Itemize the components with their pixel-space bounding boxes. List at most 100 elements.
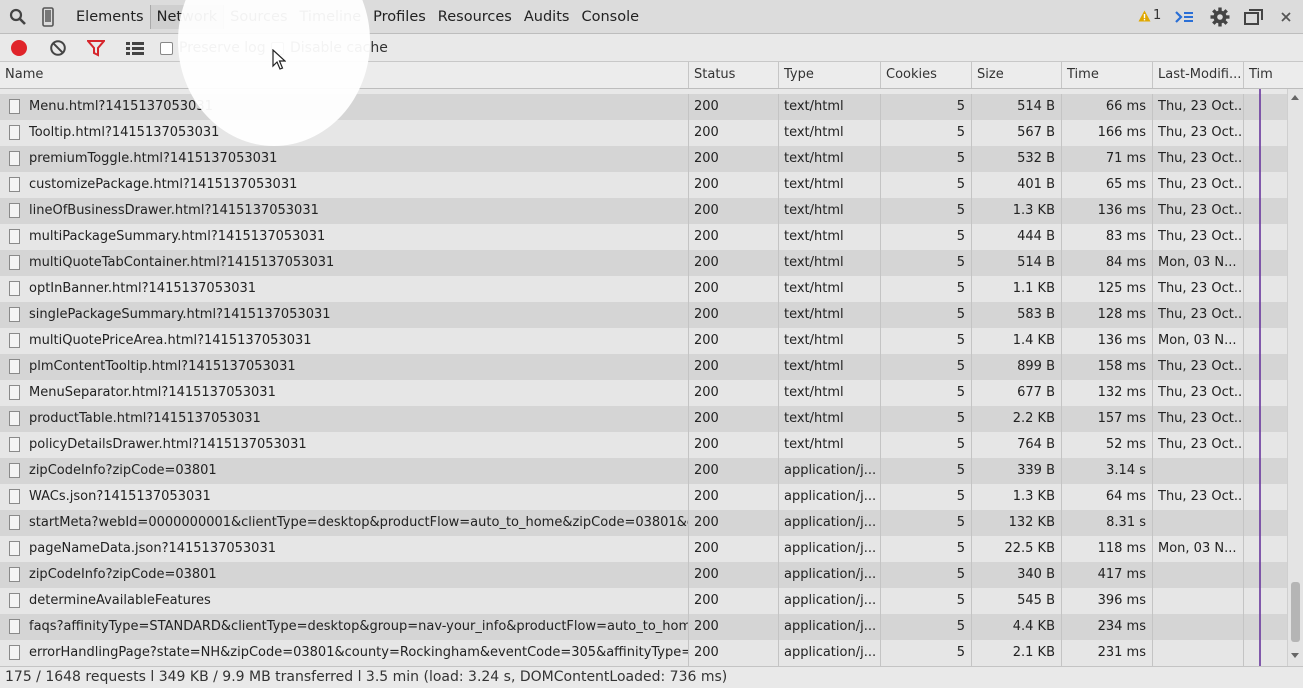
cell-name: pageNameData.json?1415137053031 (0, 536, 689, 562)
table-row[interactable]: MenuSeparator.html?1415137053031 200 text/… (0, 380, 1287, 406)
warning-icon (1138, 10, 1151, 21)
cell-modified: Thu, 23 Oct... (1153, 406, 1244, 432)
cell-cookies: 5 (881, 380, 972, 406)
cell-timeline (1244, 588, 1287, 614)
table-row[interactable]: multiQuotePriceArea.html?1415137053031 20… (0, 328, 1287, 354)
filter-icon[interactable] (86, 38, 106, 58)
undock-icon[interactable] (1244, 7, 1264, 27)
cell-modified: Mon, 03 N... (1153, 250, 1244, 276)
cell-time: 128 ms (1062, 302, 1153, 328)
table-row[interactable]: WACs.json?1415137053031 200 application/j.… (0, 484, 1287, 510)
tab-network[interactable]: Network (149, 5, 225, 29)
column-header-type[interactable]: Type (779, 62, 881, 88)
preserve-log-checkbox[interactable]: Preserve log (160, 40, 266, 56)
cell-type: application/j... (779, 458, 881, 484)
tab-timeline[interactable]: Timeline (294, 5, 368, 29)
devtools-top-bar: Elements Network Sources Timeline Profil… (0, 0, 1303, 34)
cell-type: text/html (779, 276, 881, 302)
table-row[interactable]: pageNameData.json?1415137053031 200 applic… (0, 536, 1287, 562)
cell-modified (1153, 458, 1244, 484)
tab-profiles[interactable]: Profiles (367, 5, 432, 29)
column-header-status[interactable]: Status (689, 62, 779, 88)
cell-modified: Thu, 23 Oct... (1153, 94, 1244, 120)
tab-elements[interactable]: Elements (70, 5, 150, 29)
table-row[interactable]: plmContentTooltip.html?1415137053031 200 t… (0, 354, 1287, 380)
close-icon[interactable] (1276, 7, 1296, 27)
tab-resources[interactable]: Resources (432, 5, 518, 29)
cell-type: text/html (779, 224, 881, 250)
column-header-size[interactable]: Size (972, 62, 1062, 88)
cell-status: 200 (689, 198, 779, 224)
cell-status: 200 (689, 614, 779, 640)
table-row[interactable]: customizePackage.html?1415137053031 200 te… (0, 172, 1287, 198)
cell-time: 52 ms (1062, 432, 1153, 458)
cell-time: 166 ms (1062, 120, 1153, 146)
cell-name: determineAvailableFeatures (0, 588, 689, 614)
table-row[interactable]: premiumToggle.html?1415137053031 200 text/… (0, 146, 1287, 172)
record-icon[interactable] (9, 38, 29, 58)
cell-size: 340 B (972, 562, 1062, 588)
table-row[interactable]: errorHandlingPage?state=NH&zipCode=03801… (0, 640, 1287, 666)
table-row[interactable]: policyDetailsDrawer.html?1415137053031 20… (0, 432, 1287, 458)
list-view-icon[interactable] (125, 38, 145, 58)
table-row[interactable]: multiQuoteTabContainer.html?141513705303… (0, 250, 1287, 276)
table-row[interactable]: Tooltip.html?1415137053031 200 text/html 5 5… (0, 120, 1287, 146)
cell-cookies: 5 (881, 640, 972, 666)
disable-cache-checkbox[interactable]: Disable cache (271, 40, 388, 56)
cell-status: 200 (689, 146, 779, 172)
column-header-last-modified[interactable]: Last-Modifi... (1153, 62, 1244, 88)
table-row[interactable]: optInBanner.html?1415137053031 200 text/ht… (0, 276, 1287, 302)
clear-icon[interactable] (48, 38, 68, 58)
tab-audits[interactable]: Audits (518, 5, 576, 29)
cell-cookies: 5 (881, 614, 972, 640)
scroll-down-arrow-icon[interactable] (1291, 653, 1299, 658)
cell-cookies: 5 (881, 328, 972, 354)
console-drawer-icon[interactable] (1174, 7, 1194, 27)
cell-modified: Thu, 23 Oct... (1153, 172, 1244, 198)
cell-modified: Thu, 23 Oct... (1153, 380, 1244, 406)
cell-size: 1.3 KB (972, 198, 1062, 224)
warnings-counter[interactable]: 1 (1138, 8, 1161, 23)
table-row[interactable]: lineOfBusinessDrawer.html?1415137053031 2… (0, 198, 1287, 224)
vertical-scrollbar[interactable] (1287, 89, 1303, 666)
table-row[interactable]: Menu.html?1415137053031 200 text/html 5 514 … (0, 94, 1287, 120)
table-row[interactable]: productTable.html?1415137053031 200 text/h… (0, 406, 1287, 432)
table-row[interactable]: singlePackageSummary.html?1415137053031 2… (0, 302, 1287, 328)
cell-size: 2.1 KB (972, 640, 1062, 666)
column-header-time[interactable]: Time (1062, 62, 1153, 88)
column-header-cookies[interactable]: Cookies (881, 62, 972, 88)
cell-name: startMeta?webId=0000000001&clientType=de… (0, 510, 689, 536)
cell-size: 532 B (972, 146, 1062, 172)
table-row[interactable]: determineAvailableFeatures 200 application… (0, 588, 1287, 614)
device-mode-icon[interactable] (38, 7, 58, 27)
search-icon[interactable] (8, 7, 28, 27)
cell-size: 401 B (972, 172, 1062, 198)
cell-cookies: 5 (881, 172, 972, 198)
table-row[interactable]: zipCodeInfo?zipCode=03801 200 application/… (0, 562, 1287, 588)
table-row[interactable]: startMeta?webId=0000000001&clientType=de… (0, 510, 1287, 536)
cell-cookies: 5 (881, 276, 972, 302)
cell-cookies: 5 (881, 354, 972, 380)
cell-time: 3.14 s (1062, 458, 1153, 484)
cell-timeline (1244, 198, 1287, 224)
cell-modified: Thu, 23 Oct... (1153, 484, 1244, 510)
gear-icon[interactable] (1210, 7, 1230, 27)
cell-status: 200 (689, 380, 779, 406)
tab-console[interactable]: Console (575, 5, 645, 29)
cell-cookies: 5 (881, 536, 972, 562)
scrollbar-thumb[interactable] (1291, 582, 1300, 642)
scroll-up-arrow-icon[interactable] (1291, 95, 1299, 100)
column-header-timeline[interactable]: Tim (1244, 62, 1303, 88)
cell-timeline (1244, 510, 1287, 536)
tab-sources[interactable]: Sources (224, 5, 293, 29)
cell-timeline (1244, 276, 1287, 302)
cell-modified: Thu, 23 Oct... (1153, 302, 1244, 328)
column-header-name[interactable]: Name (0, 62, 689, 88)
preserve-log-box[interactable] (160, 41, 173, 55)
table-row[interactable]: faqs?affinityType=STANDARD&clientType=de… (0, 614, 1287, 640)
table-row[interactable]: zipCodeInfo?zipCode=03801 200 application/… (0, 458, 1287, 484)
cell-type: application/j... (779, 614, 881, 640)
table-row[interactable]: multiPackageSummary.html?1415137053031 20… (0, 224, 1287, 250)
cell-timeline (1244, 302, 1287, 328)
cell-type: text/html (779, 120, 881, 146)
